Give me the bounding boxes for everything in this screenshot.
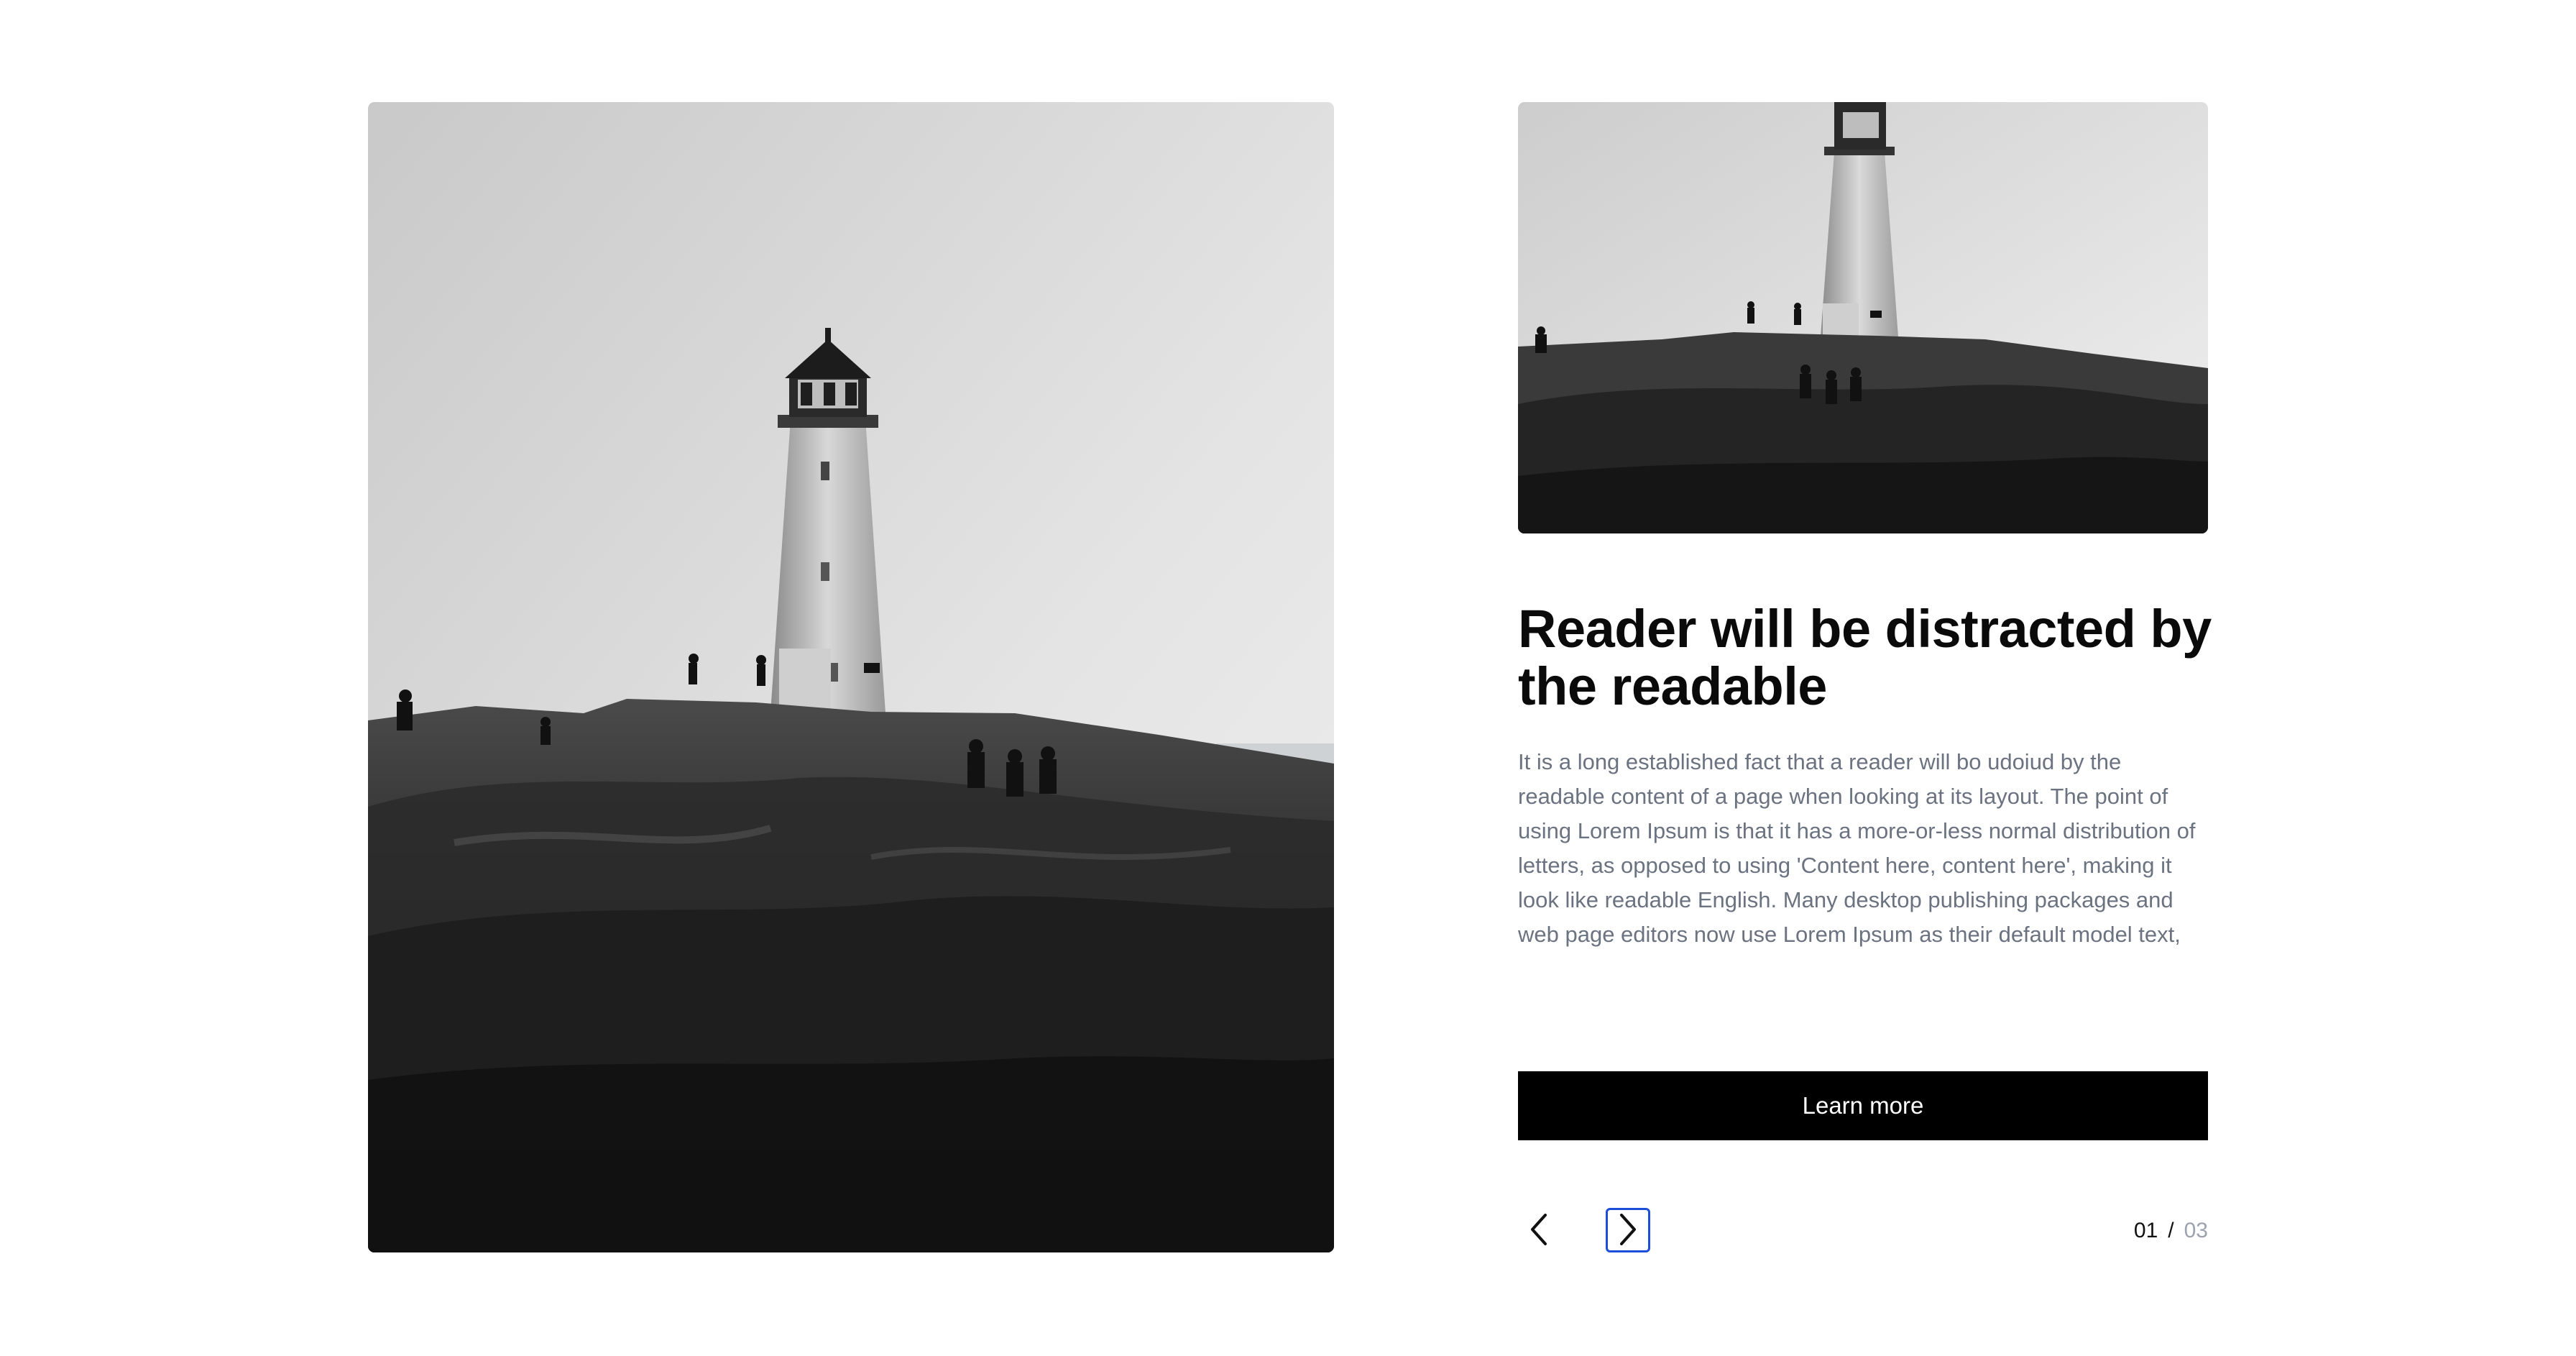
counter-separator: /	[2168, 1219, 2174, 1242]
slide-counter: 01 / 03	[2134, 1217, 2208, 1245]
lighthouse-photo-small	[1518, 102, 2208, 533]
chevron-left-icon	[1527, 1212, 1551, 1249]
previous-slide-button[interactable]	[1517, 1208, 1561, 1252]
learn-more-button[interactable]: Learn more	[1518, 1071, 2208, 1140]
slide-title: Reader will be distracted by the readabl…	[1518, 599, 2212, 716]
current-slide-number: 01	[2133, 1219, 2158, 1242]
total-slides-number: 03	[2184, 1219, 2208, 1242]
slider-section: Reader will be distracted by the readabl…	[0, 0, 2576, 1356]
chevron-right-icon	[1616, 1212, 1640, 1249]
lighthouse-photo-large	[368, 102, 1334, 1252]
slide-description: It is a long established fact that a rea…	[1518, 749, 2196, 947]
next-slide-button[interactable]	[1606, 1208, 1650, 1252]
